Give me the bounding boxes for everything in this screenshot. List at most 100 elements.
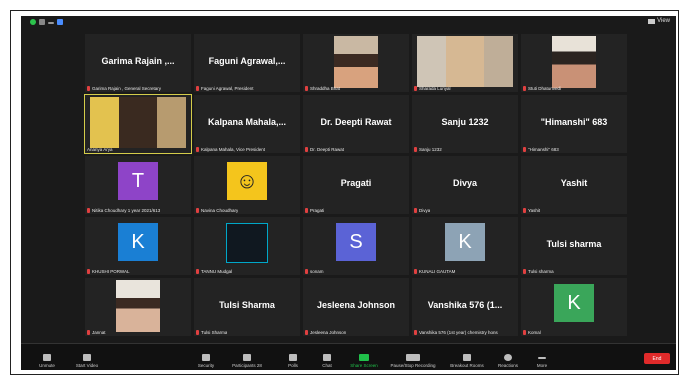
participant-name-text: Divya <box>419 208 431 213</box>
participant-display-name: "Himanshi" 683 <box>540 117 608 127</box>
participant-name-label: sonam <box>305 269 324 274</box>
participant-tile[interactable]: Shraddha Bhat <box>303 34 409 92</box>
participant-display-name: Faguni Agrawal,... <box>208 56 286 66</box>
participant-avatar: K <box>445 223 485 261</box>
muted-mic-icon <box>414 330 417 335</box>
participant-tile[interactable]: Vanshika 576 (1... Vanshika 576 (1st year… <box>412 278 518 336</box>
participant-name-text: sonam <box>310 269 324 274</box>
breakout-rooms-button[interactable]: Breakout Rooms <box>447 354 487 368</box>
participant-tile[interactable]: Faguni Agrawal,... Faguni Agrawal, Presid… <box>194 34 300 92</box>
participant-name-label: Shraddha Bhat <box>305 86 340 91</box>
polls-icon <box>289 354 297 361</box>
participant-tile[interactable]: Stuti Dhatunvedi <box>521 34 627 92</box>
participant-tile[interactable]: Tulsi sharma Tulsi sharma <box>521 217 627 275</box>
participant-name-text: Tulsi sharma <box>528 269 554 274</box>
participant-avatar: S <box>336 223 376 261</box>
participant-display-name: Sanju 1232 <box>441 117 489 127</box>
muted-mic-icon <box>523 330 526 335</box>
participant-name-label: KUNALI GAUTAM <box>414 269 455 274</box>
share-screen-icon <box>359 354 369 361</box>
participant-tile[interactable]: Kalpana Mahala,... Kalpana Mahala, Vice P… <box>194 95 300 153</box>
participant-tile[interactable]: Ananya Arya <box>84 94 192 154</box>
participant-display-name: Garima Rajain ,... <box>101 56 175 66</box>
participant-tile[interactable]: "Himanshi" 683 "Himanshi" 683 <box>521 95 627 153</box>
start-video-button[interactable]: Start Video <box>67 354 107 368</box>
participant-name-label: Garima Rajain , General Secretary <box>87 86 161 91</box>
participant-name-text: "Himanshi" 683 <box>528 147 559 152</box>
participant-name-label: Nitika Choudhary 1 year 2021/613 <box>87 208 160 213</box>
participant-tile[interactable]: Dr. Deepti Rawat Dr. Deepti Rawat <box>303 95 409 153</box>
participant-tile[interactable]: K KUNALI GAUTAM <box>412 217 518 275</box>
participant-name-label: TANNU Mudgal <box>196 269 232 274</box>
muted-mic-icon <box>87 269 90 274</box>
participant-name-label: Navina Choudhary <box>196 208 238 213</box>
participant-name-label: Tulsi Sharma <box>196 330 227 335</box>
share-screen-button[interactable]: Share Screen <box>344 354 384 368</box>
info-icon[interactable] <box>39 19 45 25</box>
participant-name-label: Jesleena Johnson <box>305 330 346 335</box>
muted-mic-icon <box>196 147 199 152</box>
participant-name-text: Komal <box>528 330 541 335</box>
muted-mic-icon <box>305 147 308 152</box>
minimize-icon[interactable] <box>48 22 54 24</box>
muted-mic-icon <box>414 147 417 152</box>
participant-tile[interactable]: ☺ Navina Choudhary <box>194 156 300 214</box>
participant-name-text: Nitika Choudhary 1 year 2021/613 <box>92 208 161 213</box>
participant-avatar: K <box>118 223 158 261</box>
recording-button[interactable]: Pause/Stop Recording <box>388 354 438 368</box>
participant-name-text: Garima Rajain , General Secretary <box>92 86 162 91</box>
muted-mic-icon <box>87 330 90 335</box>
participant-name-label: Sanju 1232 <box>414 147 442 152</box>
participant-name-text: Sharada Lunyal <box>419 86 451 91</box>
participant-tile[interactable]: T Nitika Choudhary 1 year 2021/613 <box>85 156 191 214</box>
participant-name-text: Stuti Dhatunvedi <box>528 86 562 91</box>
video-off-icon <box>83 354 91 361</box>
participant-tile[interactable]: Sanju 1232 Sanju 1232 <box>412 95 518 153</box>
participant-tile[interactable]: K Komal <box>521 278 627 336</box>
participant-tile[interactable]: Jannat <box>85 278 191 336</box>
participant-name-text: KHUSHI PORWAL <box>92 269 130 274</box>
participant-tile[interactable]: Garima Rajain ,... Garima Rajain , Genera… <box>85 34 191 92</box>
participant-name-label: Tulsi sharma <box>523 269 554 274</box>
participant-tile[interactable]: Tulsi Sharma Tulsi Sharma <box>194 278 300 336</box>
muted-mic-icon <box>523 208 526 213</box>
participant-name-label: Ananya Arya <box>87 147 113 152</box>
participant-display-name: Pragati <box>340 178 372 188</box>
participant-display-name: Yashit <box>560 178 588 188</box>
participant-tile[interactable]: TANNU Mudgal <box>194 217 300 275</box>
participants-button[interactable]: Participants 28 <box>227 354 267 368</box>
participant-tile[interactable]: Yashit Yashit <box>521 156 627 214</box>
participant-name-label: Stuti Dhatunvedi <box>523 86 561 91</box>
participant-tile[interactable]: K KHUSHI PORWAL <box>85 217 191 275</box>
more-button[interactable]: More <box>522 354 562 368</box>
muted-mic-icon <box>196 330 199 335</box>
participant-name-label: Yashit <box>523 208 540 213</box>
breakout-rooms-icon <box>463 354 471 361</box>
unmute-button[interactable]: Unmute <box>27 354 67 368</box>
muted-mic-icon <box>87 86 90 91</box>
participant-name-label: Vanshika 576 (1st year) chemistry hons <box>414 330 498 335</box>
end-meeting-button[interactable]: End <box>644 353 670 364</box>
profile-picture <box>226 223 268 263</box>
participant-tile[interactable]: Sharada Lunyal <box>412 34 518 92</box>
shield-icon[interactable] <box>30 19 36 25</box>
more-icon <box>538 357 546 359</box>
security-button[interactable]: Security <box>186 354 226 368</box>
muted-mic-icon <box>305 330 308 335</box>
participant-name-label: Sharada Lunyal <box>414 86 451 91</box>
muted-mic-icon <box>414 269 417 274</box>
muted-mic-icon <box>523 269 526 274</box>
view-button[interactable]: View <box>648 18 670 24</box>
participant-tile[interactable]: Ssonam <box>303 217 409 275</box>
participant-video <box>90 97 186 148</box>
participant-name-label: Kalpana Mahala, Vice President <box>196 147 265 152</box>
participant-display-name: Tulsi Sharma <box>219 300 275 310</box>
participant-name-label: Faguni Agrawal, President <box>196 86 254 91</box>
meeting-toolbar: Unmute Start Video Security Participants… <box>21 343 676 370</box>
participant-display-name: Jesleena Johnson <box>316 300 396 310</box>
participant-tile[interactable]: Divya Divya <box>412 156 518 214</box>
chat-button[interactable]: Chat <box>307 354 347 368</box>
participant-tile[interactable]: Jesleena Johnson Jesleena Johnson <box>303 278 409 336</box>
participant-name-text: Dr. Deepti Rawat <box>310 147 345 152</box>
participant-tile[interactable]: Pragati Pragati <box>303 156 409 214</box>
